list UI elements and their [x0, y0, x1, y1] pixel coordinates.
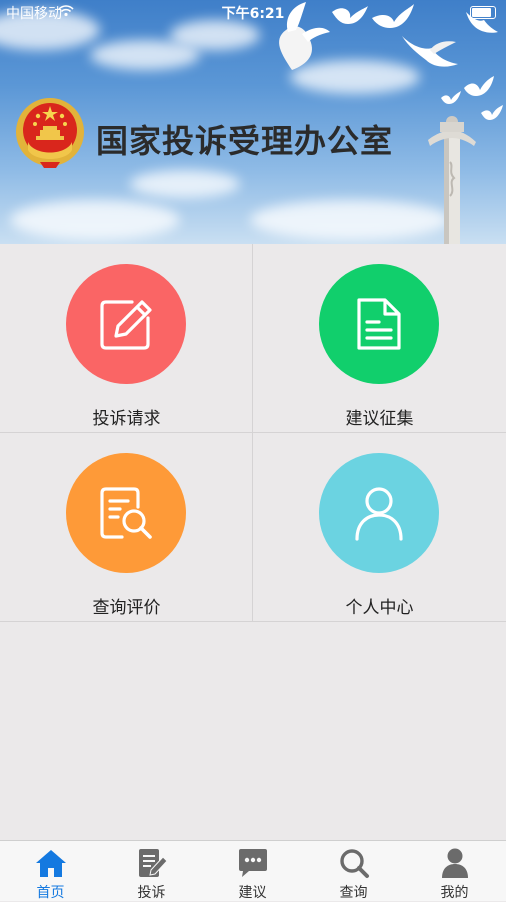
header-banner: 国家投诉受理办公室 中国移动 下午6:21	[0, 0, 506, 244]
status-time: 下午6:21	[221, 6, 285, 22]
menu-item-icon-circle	[319, 264, 439, 384]
banner-title: 国家投诉受理办公室	[96, 122, 394, 160]
tab-label: 查询	[339, 885, 368, 901]
complaint-icon	[139, 849, 168, 877]
menu-grid: 投诉请求 建议征集 查询评价 个人中心	[0, 244, 506, 622]
home-icon	[36, 850, 66, 877]
edit-icon	[100, 300, 152, 350]
bottom-tab-bar: 首页 投诉 建议 查询 我的	[0, 840, 506, 901]
menu-item-label: 查询评价	[92, 598, 161, 618]
cloud	[170, 20, 260, 50]
tab-mine[interactable]: 我的	[404, 841, 505, 901]
menu-item-icon-circle	[66, 264, 186, 384]
dove-icon	[441, 91, 461, 104]
tab-complaint[interactable]: 投诉	[101, 841, 202, 901]
document-icon	[357, 298, 401, 350]
battery-icon	[470, 6, 496, 19]
menu-item-label: 个人中心	[345, 598, 414, 618]
tab-query[interactable]: 查询	[303, 841, 404, 901]
cloud	[130, 170, 240, 198]
tab-home[interactable]: 首页	[0, 841, 101, 901]
tab-label: 首页	[36, 885, 65, 901]
tab-suggestion[interactable]: 建议	[202, 841, 303, 901]
menu-item-query-evaluation[interactable]: 查询评价	[0, 433, 253, 622]
tab-label: 建议	[238, 885, 267, 901]
cloud	[250, 200, 450, 240]
huabiao-pillar-image	[428, 116, 476, 244]
user-icon	[442, 848, 468, 878]
search-icon	[340, 849, 369, 878]
tab-label: 我的	[440, 885, 469, 901]
menu-item-personal-center[interactable]: 个人中心	[253, 433, 506, 622]
dove-icon	[464, 76, 494, 96]
menu-item-label: 建议征集	[345, 409, 414, 429]
status-bar: 中国移动 下午6:21	[0, 0, 506, 24]
chat-icon	[239, 849, 267, 877]
menu-item-icon-circle	[66, 453, 186, 573]
menu-item-complaint-request[interactable]: 投诉请求	[0, 244, 253, 433]
search-document-icon	[100, 487, 152, 539]
dove-icon	[481, 105, 503, 120]
dove-icon	[402, 36, 458, 67]
menu-item-label: 投诉请求	[92, 409, 161, 429]
national-emblem-logo	[16, 98, 84, 168]
cloud	[10, 200, 180, 240]
menu-item-suggestion-collection[interactable]: 建议征集	[253, 244, 506, 433]
menu-item-icon-circle	[319, 453, 439, 573]
user-icon	[355, 487, 403, 541]
tab-label: 投诉	[137, 885, 166, 901]
